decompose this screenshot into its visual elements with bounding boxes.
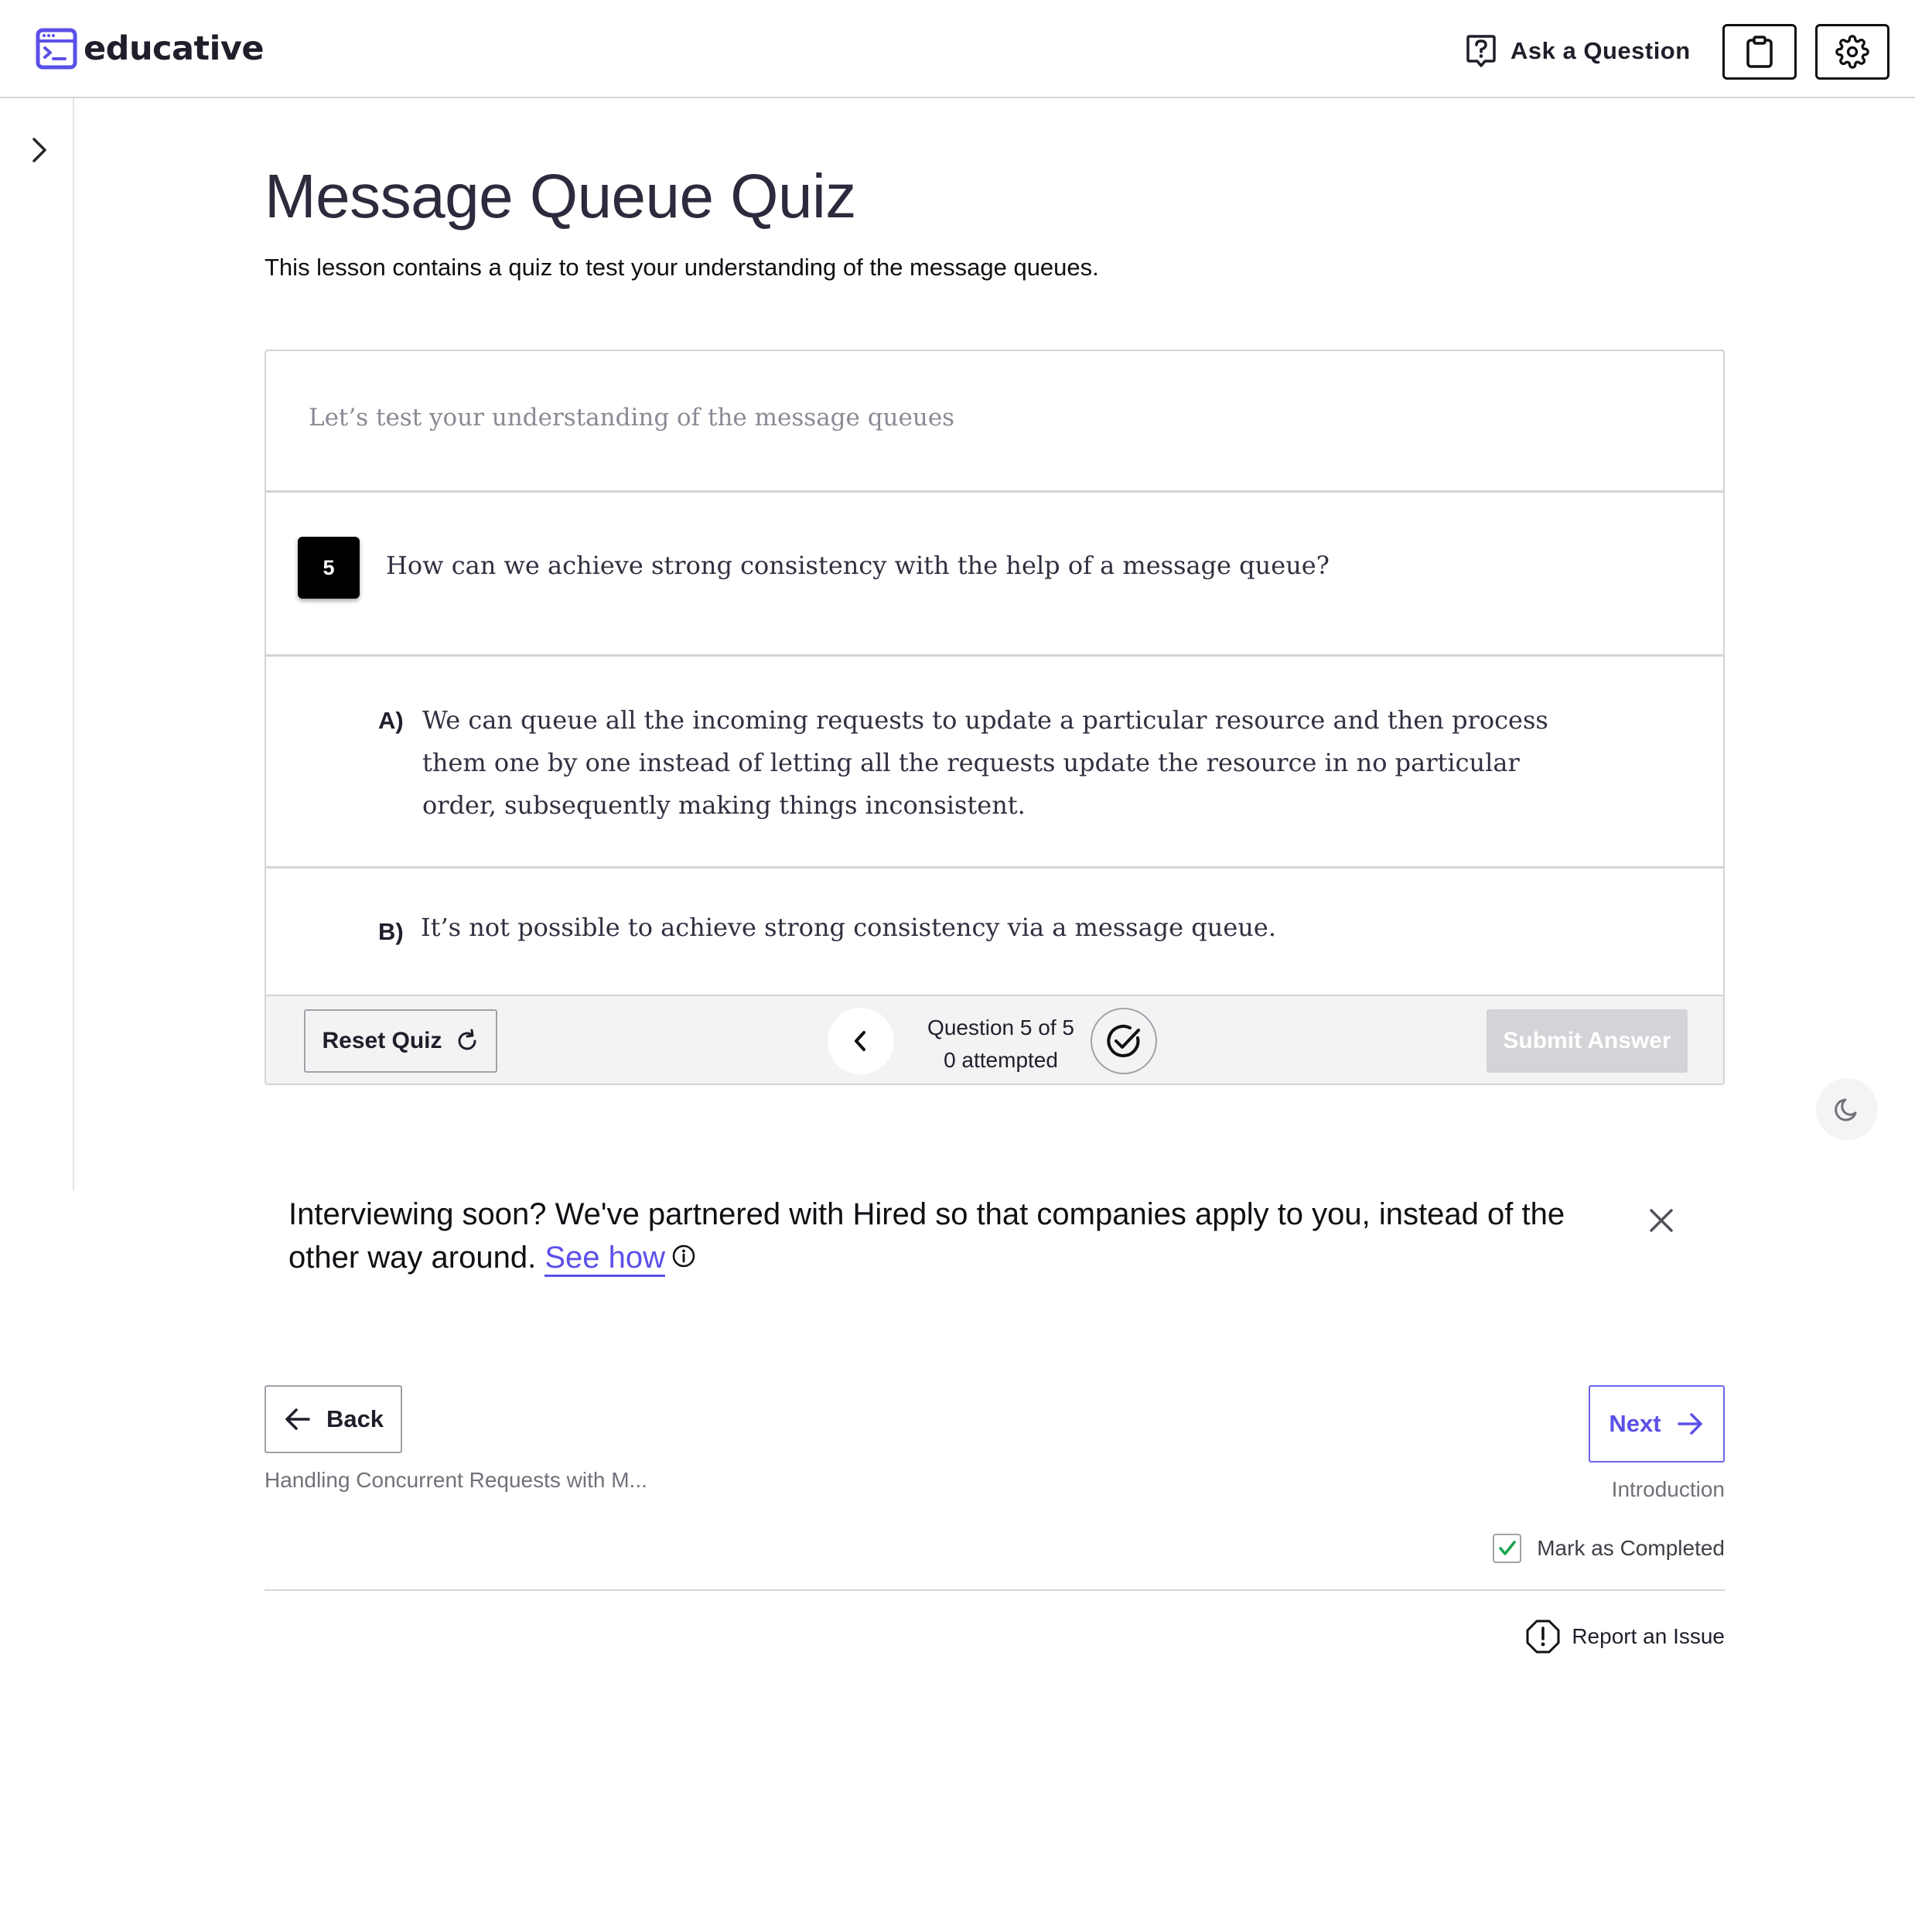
option-a-letter[interactable]: A) — [378, 707, 404, 735]
close-promo-button[interactable] — [1646, 1205, 1677, 1236]
logo-text: educative — [84, 29, 265, 68]
arrow-right-icon — [1675, 1409, 1705, 1439]
mark-as-completed[interactable]: Mark as Completed — [1493, 1534, 1725, 1563]
quiz-footer: Reset Quiz Question 5 of 5 0 attempted S… — [266, 995, 1723, 1084]
clipboard-button[interactable] — [1722, 24, 1797, 80]
question-number-badge: 5 — [298, 537, 360, 599]
top-bar: educative Ask a Question — [0, 0, 1915, 98]
previous-question-button[interactable] — [828, 1008, 894, 1074]
terminal-logo-icon — [36, 28, 77, 70]
chevron-left-icon — [847, 1027, 875, 1055]
next-lesson-title[interactable]: Introduction — [1470, 1477, 1725, 1502]
settings-button[interactable] — [1815, 24, 1889, 80]
question-bubble-icon — [1466, 34, 1497, 68]
previous-lesson-title[interactable]: Handling Concurrent Requests with M... — [265, 1468, 647, 1493]
question-counter: Question 5 of 5 — [927, 1015, 1074, 1039]
sidebar — [0, 98, 74, 1191]
ask-question-button[interactable]: Ask a Question — [1466, 34, 1691, 68]
checkmark-icon — [1497, 1538, 1518, 1559]
see-how-link[interactable]: See how — [544, 1241, 665, 1277]
question-text: How can we achieve strong consistency wi… — [386, 551, 1330, 580]
refresh-icon — [455, 1029, 480, 1053]
info-icon[interactable] — [671, 1244, 696, 1268]
attempted-counter: 0 attempted — [944, 1048, 1058, 1072]
question-progress: Question 5 of 5 0 attempted — [916, 1012, 1086, 1077]
ask-question-label: Ask a Question — [1510, 37, 1691, 64]
hired-promo: Interviewing soon? We've partnered with … — [288, 1193, 1603, 1279]
reset-quiz-label: Reset Quiz — [322, 1028, 442, 1053]
mark-completed-label: Mark as Completed — [1537, 1536, 1725, 1560]
option-b-text[interactable]: It’s not possible to achieve strong cons… — [421, 913, 1276, 942]
back-button[interactable]: Back — [265, 1385, 402, 1453]
divider — [266, 654, 1723, 657]
divider — [266, 490, 1723, 493]
moon-icon — [1832, 1094, 1862, 1124]
next-button[interactable]: Next — [1589, 1385, 1725, 1463]
logo[interactable]: educative — [36, 28, 265, 70]
quiz-card: Let’s test your understanding of the mes… — [265, 350, 1725, 1085]
report-issue-button[interactable]: Report an Issue — [1516, 1619, 1725, 1654]
gear-icon — [1835, 35, 1869, 69]
arrow-left-icon — [283, 1405, 312, 1434]
divider — [265, 1589, 1725, 1591]
warning-octagon-icon — [1525, 1619, 1561, 1654]
quiz-intro: Let’s test your understanding of the mes… — [309, 404, 955, 432]
option-a-text[interactable]: We can queue all the incoming requests t… — [422, 699, 1567, 827]
page-title: Message Queue Quiz — [265, 162, 856, 230]
sidebar-toggle-button[interactable] — [22, 133, 56, 167]
mark-completed-checkbox[interactable] — [1493, 1534, 1522, 1563]
next-label: Next — [1609, 1410, 1661, 1437]
page-subtitle: This lesson contains a quiz to test your… — [265, 254, 1099, 281]
back-label: Back — [326, 1405, 384, 1432]
reset-quiz-button[interactable]: Reset Quiz — [304, 1009, 497, 1073]
option-b-letter[interactable]: B) — [378, 918, 404, 946]
check-answers-button[interactable] — [1091, 1008, 1157, 1074]
divider — [266, 866, 1723, 869]
clipboard-icon — [1745, 35, 1774, 69]
chevron-right-icon — [22, 133, 56, 167]
promo-text: Interviewing soon? We've partnered with … — [288, 1197, 1565, 1275]
report-issue-label: Report an Issue — [1572, 1624, 1725, 1648]
submit-answer-button[interactable]: Submit Answer — [1487, 1009, 1688, 1073]
dark-mode-toggle[interactable] — [1816, 1078, 1878, 1140]
close-icon — [1646, 1205, 1677, 1236]
check-circle-icon — [1104, 1021, 1144, 1061]
